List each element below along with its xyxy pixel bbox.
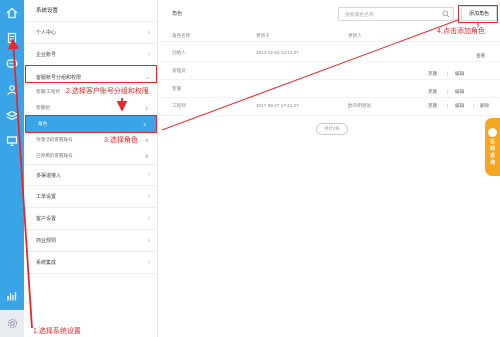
child-label: 已停用的客服账号	[36, 153, 73, 158]
people-icon[interactable]	[4, 82, 20, 98]
submenu-item-label: 多渠道接入	[36, 172, 62, 179]
table-row[interactable]: 工程师 2017-09-27 17:41:47 欧声明测试 克隆 | 编辑 | …	[160, 98, 500, 116]
submenu-item-label: 个人中心	[36, 30, 57, 36]
column-header: 角色名称	[172, 33, 191, 38]
clone-link[interactable]: 克隆	[428, 71, 437, 77]
highlight-add-role	[458, 5, 498, 23]
chevron-right-icon: ›	[148, 172, 150, 178]
action-separator: |	[473, 103, 475, 108]
clone-link[interactable]: 克隆	[428, 89, 437, 95]
column-header: 更新人	[348, 33, 362, 38]
submenu-child-groups[interactable]: 客服组 1	[24, 100, 158, 116]
updated-by: 欧声明测试	[348, 103, 371, 108]
child-count: 0	[145, 153, 148, 159]
edit-link[interactable]: 编辑	[455, 71, 464, 77]
view-link[interactable]: 查看	[476, 53, 485, 59]
consult-tab-char: 在	[489, 138, 495, 145]
child-label: 客服组	[36, 105, 50, 110]
submenu-item-business-rules[interactable]: 商业规则 ›	[24, 230, 158, 252]
edit-link[interactable]: 编辑	[455, 103, 464, 109]
submenu-title: 系统设置	[24, 0, 157, 22]
settings-submenu: 系统设置 个人中心 › 企业账号 › 客服账号分组和权限 ⌄ 客服/工程师 1 客服组 1…	[24, 0, 158, 337]
submenu-item-tickets[interactable]: 工单设置 ›	[24, 186, 158, 208]
delete-link[interactable]: 删除	[480, 103, 489, 109]
consult-tab-char: 咨	[489, 152, 495, 159]
action-separator: |	[447, 89, 449, 94]
gear-icon	[7, 318, 17, 329]
nav-rail	[0, 0, 24, 337]
role-name: 管理员	[172, 68, 186, 73]
action-separator: |	[447, 103, 449, 108]
search-icon	[442, 10, 450, 18]
submenu-item-personal[interactable]: 个人中心 ›	[24, 22, 158, 44]
clone-link[interactable]: 克隆	[428, 103, 437, 109]
search-input[interactable]: 搜索角色名称	[338, 7, 454, 21]
online-consult-tab[interactable]: 在 线 咨 询	[485, 118, 500, 176]
role-name: 创始人	[172, 50, 186, 55]
annotation-step2: 2.选择客户账号分组和权限	[66, 88, 149, 95]
chat-bubble-icon	[488, 127, 497, 137]
chat-icon[interactable]	[4, 56, 20, 72]
child-count: 0	[145, 137, 148, 143]
search-button[interactable]	[440, 8, 452, 20]
submenu-child-disabled-accounts[interactable]: 已停用的客服账号 0	[24, 148, 158, 164]
chevron-right-icon: ›	[148, 237, 150, 244]
roles-panel: 角色 搜索角色名称 添加角色 角色名称 更新于 更新人 创始人 2014-12-…	[160, 0, 500, 337]
edit-link[interactable]: 编辑	[455, 89, 464, 95]
pagination-total: 共计4条	[316, 123, 348, 135]
table-row[interactable]: 创始人 2014-12-03 13:12:37 查看	[160, 44, 500, 62]
chart-icon[interactable]	[4, 288, 20, 304]
monitor-icon[interactable]	[4, 133, 20, 149]
chevron-right-icon: ›	[148, 215, 150, 222]
submenu-item-channels[interactable]: 多渠道接入 ›	[24, 164, 158, 186]
updated-at: 2014-12-03 13:12:37	[256, 50, 299, 55]
highlight-roles	[25, 115, 157, 133]
layers-icon[interactable]	[4, 108, 20, 124]
chevron-right-icon: ›	[148, 259, 150, 266]
role-name: 客服	[172, 86, 182, 91]
child-label: 待激活的客服账号	[36, 137, 73, 142]
submenu-item-enterprise[interactable]: 企业账号 ›	[24, 44, 158, 66]
chevron-right-icon: ›	[148, 29, 150, 36]
highlight-account-groups	[25, 65, 157, 83]
submenu-item-label: 企业账号	[36, 52, 57, 58]
child-count: 1	[145, 105, 148, 111]
home-icon[interactable]	[4, 5, 20, 21]
annotation-step3: 3.选择角色	[104, 137, 138, 144]
column-header: 更新于	[256, 33, 270, 38]
submenu-item-integration[interactable]: 系统集成 ›	[24, 252, 158, 274]
submenu-item-customers[interactable]: 客户设置 ›	[24, 208, 158, 230]
search-placeholder: 搜索角色名称	[345, 12, 374, 18]
settings-button[interactable]	[0, 310, 24, 337]
chevron-right-icon: ›	[148, 193, 150, 200]
chevron-right-icon: ›	[148, 51, 150, 58]
submenu-item-label: 系统集成	[36, 260, 57, 266]
action-separator: |	[447, 71, 449, 76]
consult-tab-char: 线	[489, 145, 495, 152]
breadcrumb: 角色	[172, 11, 183, 17]
submenu-item-label: 工单设置	[36, 194, 57, 200]
table-row[interactable]: 客服 克隆 | 编辑	[160, 80, 500, 98]
document-icon[interactable]	[4, 30, 20, 46]
submenu-item-label: 客户设置	[36, 216, 57, 222]
child-label: 客服/工程师	[36, 89, 61, 94]
consult-tab-char: 询	[489, 159, 495, 166]
annotation-step1: 1.选择系统设置	[33, 328, 81, 335]
annotation-step4: 4.点击添加角色	[437, 28, 485, 35]
updated-at: 2017-09-27 17:41:47	[256, 103, 299, 108]
role-name: 工程师	[172, 103, 186, 108]
submenu-item-label: 商业规则	[36, 238, 57, 244]
table-row[interactable]: 管理员 克隆 | 编辑	[160, 62, 500, 80]
